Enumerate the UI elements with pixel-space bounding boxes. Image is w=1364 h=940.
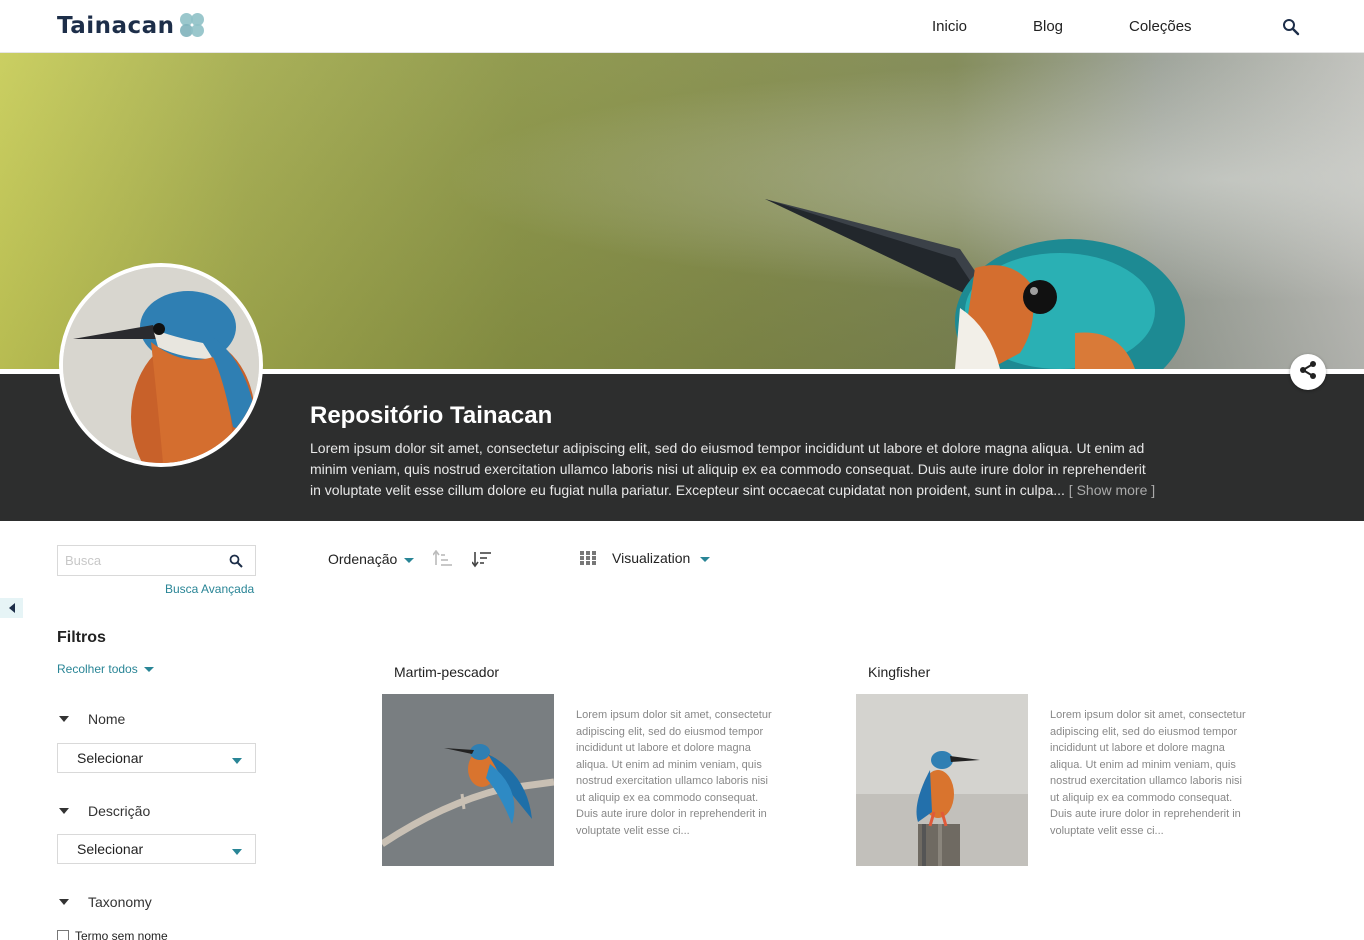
filter-label-descricao[interactable]: Descrição [88,803,150,819]
filter-select-value: Selecionar [77,841,144,857]
checkbox[interactable] [57,930,69,940]
search-icon[interactable] [229,554,243,573]
share-button[interactable] [1290,354,1326,390]
nav-colecoes[interactable]: Coleções [1129,18,1192,35]
collection-title: Repositório Tainacan [310,402,553,429]
item-excerpt: Lorem ipsum dolor sit amet, consectetur … [1050,709,1246,837]
collapse-all-button[interactable]: Recolher todos [57,662,154,676]
collection-thumbnail [59,263,263,467]
filter-toggle-descricao-icon[interactable] [59,808,69,814]
chevron-down-icon [143,667,154,673]
search-field[interactable] [57,545,256,576]
search-icon[interactable] [1282,18,1300,36]
chevron-left-icon [8,603,15,613]
filters-heading: Filtros [57,629,106,646]
item-thumbnail[interactable] [382,694,554,866]
grid-view-icon[interactable] [580,551,596,570]
search-input[interactable] [58,546,218,575]
chevron-down-icon[interactable] [404,558,414,563]
item-excerpt: Lorem ipsum dolor sit amet, consectetur … [576,709,772,837]
show-more-link[interactable]: [ Show more ] [1069,482,1155,498]
nav-inicio[interactable]: Inicio [932,18,967,35]
chevron-down-icon [232,758,242,764]
filter-toggle-nome-icon[interactable] [59,716,69,722]
filter-select-value: Selecionar [77,750,144,766]
share-icon [1298,360,1318,385]
filter-select-descricao[interactable]: Selecionar [57,834,256,864]
logo-text: Tainacan [57,13,175,39]
taxonomy-option[interactable]: Termo sem nome [57,929,168,940]
item-title[interactable]: Kingfisher [868,664,930,680]
sort-ascending-icon[interactable] [432,549,453,573]
advanced-search-link[interactable]: Busca Avançada [165,582,254,596]
view-mode-dropdown[interactable]: Visualization [612,550,690,566]
collapse-filters-button[interactable] [0,598,23,618]
item-thumbnail[interactable] [856,694,1028,866]
sort-dropdown[interactable]: Ordenação [328,551,397,567]
taxonomy-option-label: Termo sem nome [75,929,168,940]
item-title[interactable]: Martim-pescador [394,664,499,680]
filter-select-nome[interactable]: Selecionar [57,743,256,773]
sort-descending-icon[interactable] [471,550,492,573]
filter-label-taxonomy[interactable]: Taxonomy [88,894,152,910]
logo-mark-icon [178,12,206,40]
filter-label-nome[interactable]: Nome [88,711,125,727]
collection-description: Lorem ipsum dolor sit amet, consectetur … [310,438,1160,501]
filter-toggle-taxonomy-icon[interactable] [59,899,69,905]
site-header: Tainacan Inicio Blog Coleções [0,0,1364,53]
nav-blog[interactable]: Blog [1033,18,1063,35]
collapse-all-label: Recolher todos [57,662,138,676]
collection-description-text: Lorem ipsum dolor sit amet, consectetur … [310,440,1146,498]
chevron-down-icon[interactable] [700,557,710,562]
site-logo[interactable]: Tainacan [57,12,206,40]
chevron-down-icon [232,849,242,855]
